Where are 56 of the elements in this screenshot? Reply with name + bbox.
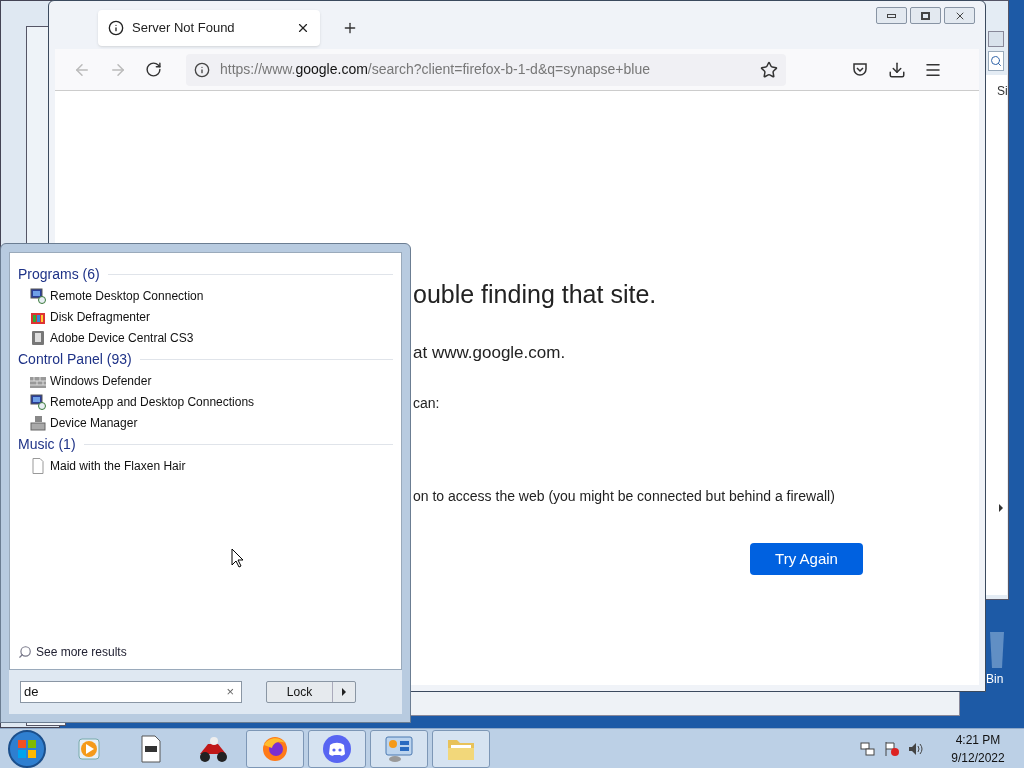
controller-icon: [322, 733, 352, 764]
search-result[interactable]: Windows Defender: [18, 370, 393, 391]
scroll-arrow-icon: [999, 504, 1003, 512]
see-more-link[interactable]: See more results: [18, 641, 393, 663]
error-text: on to access the web (you might be connected but behind a firewall): [413, 487, 836, 506]
search-result[interactable]: Disk Defragmenter: [18, 306, 393, 327]
search-result[interactable]: Adobe Device Central CS3: [18, 327, 393, 348]
maximize-button[interactable]: [910, 7, 941, 24]
url-text: https://www.google.com/search?client=firefox-b-1-d&q=synapse+blue: [220, 60, 651, 79]
clock-date: 9/12/2022: [951, 749, 1005, 767]
try-again-button[interactable]: Try Again: [750, 543, 863, 575]
search-result[interactable]: Maid with the Flaxen Hair: [18, 455, 393, 476]
device-icon: [30, 329, 46, 346]
search-result[interactable]: RemoteApp and Desktop Connections: [18, 391, 393, 412]
desktop-icon-label: Bin: [986, 671, 1004, 688]
search-field[interactable]: de ×: [20, 681, 242, 703]
new-tab-icon[interactable]: [342, 20, 358, 36]
clear-button[interactable]: ×: [226, 682, 234, 702]
play-icon: [76, 735, 102, 762]
error-heading: ouble finding that site.: [413, 279, 658, 310]
network-icon: [860, 740, 876, 757]
info-icon: [108, 20, 124, 36]
group-heading: Music (1): [18, 434, 76, 454]
browser-tab[interactable]: Server Not Found: [98, 10, 320, 46]
bookmark-star-icon[interactable]: [760, 60, 778, 79]
search-icon: [990, 55, 1002, 67]
computer-icon: [30, 414, 46, 431]
window-text: Si: [997, 83, 1008, 99]
monitor-icon: [30, 287, 46, 304]
error-text: can:: [413, 394, 441, 413]
document-icon: [138, 734, 164, 763]
group-heading: Programs (6): [18, 264, 100, 284]
start-button[interactable]: [8, 729, 46, 768]
file-icon: [30, 457, 46, 474]
tab-title: Server Not Found: [132, 19, 236, 38]
error-text: at www.google.com.: [413, 341, 567, 364]
close-icon[interactable]: [296, 21, 310, 35]
address-bar[interactable]: https://www.google.com/search?client=firefox-b-1-d&q=synapse+blue: [186, 53, 786, 86]
monitor-icon: [30, 393, 46, 410]
firefox-icon: [261, 734, 289, 763]
arrow-icon: [342, 688, 346, 696]
pocket-icon[interactable]: [852, 61, 868, 78]
search-result[interactable]: Remote Desktop Connection: [18, 285, 393, 306]
clock-time: 4:21 PM: [955, 731, 1001, 749]
info-icon: [194, 61, 210, 78]
flag-icon: [884, 740, 900, 757]
control-panel-icon: [384, 734, 414, 763]
search-icon: [18, 645, 32, 659]
search-result[interactable]: Device Manager: [18, 412, 393, 433]
search-button[interactable]: [988, 51, 1004, 71]
download-icon[interactable]: [888, 60, 906, 79]
reload-icon[interactable]: [145, 61, 162, 78]
windows-logo-icon: [17, 738, 37, 759]
cursor-icon: [231, 548, 244, 568]
minimize-button[interactable]: [876, 7, 907, 24]
group-heading: Control Panel (93): [18, 349, 132, 369]
